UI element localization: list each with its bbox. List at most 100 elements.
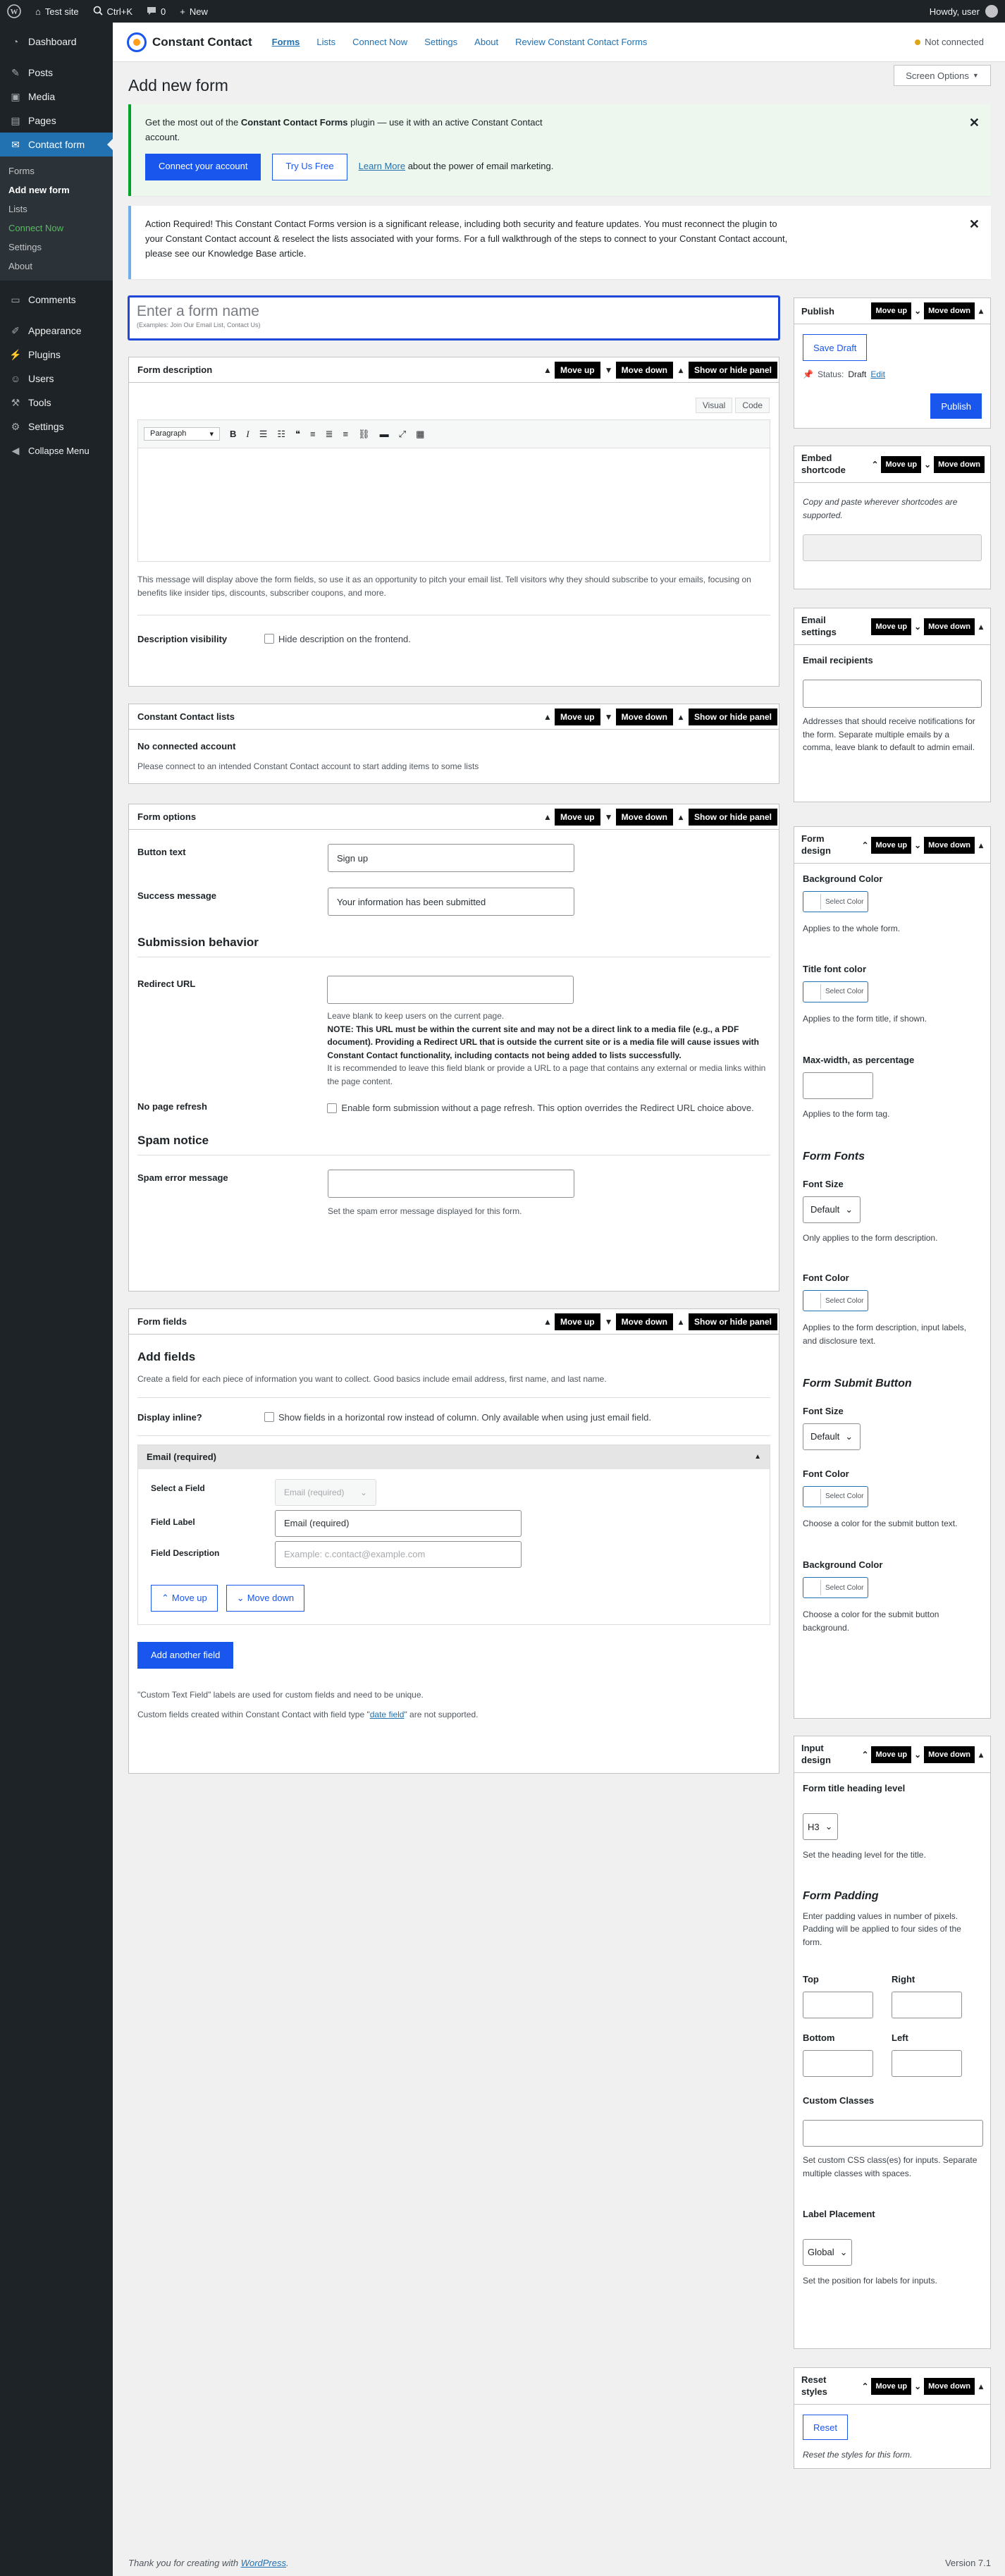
try-free-button[interactable]: Try Us Free xyxy=(272,153,347,180)
field-group-header[interactable]: Email (required) ▲ xyxy=(138,1445,770,1469)
date-field-link[interactable]: date field xyxy=(370,1710,405,1719)
chevron-up-icon[interactable]: ▲ xyxy=(543,1317,552,1327)
toolbar-toggle-icon[interactable]: ▦ xyxy=(416,429,424,440)
link-icon[interactable]: ⛓ xyxy=(358,429,370,440)
bold-icon[interactable]: B xyxy=(230,429,236,439)
sidebar-item-media[interactable]: ▣ Media xyxy=(0,85,113,109)
title-font-color-picker[interactable]: Select Color xyxy=(803,981,869,1002)
sidebar-item-settings[interactable]: ⚙ Settings xyxy=(0,415,113,438)
toggle-panel-button[interactable]: Show or hide panel xyxy=(688,1313,777,1330)
submenu-lists[interactable]: Lists xyxy=(0,200,113,219)
tab-visual[interactable]: Visual xyxy=(695,398,733,413)
toggle-panel-button[interactable]: Show or hide panel xyxy=(688,808,777,826)
move-up-button[interactable]: Move up xyxy=(871,302,912,319)
numbered-list-icon[interactable]: ☷ xyxy=(277,429,285,440)
tab-code[interactable]: Code xyxy=(735,398,770,413)
add-another-field-button[interactable]: Add another field xyxy=(137,1641,234,1669)
screen-options-button[interactable]: Screen Options ▼ xyxy=(894,65,991,86)
spam-error-input[interactable] xyxy=(328,1169,574,1198)
toggle-panel-button[interactable]: Show or hide panel xyxy=(688,361,777,379)
edit-status-link[interactable]: Edit xyxy=(870,369,885,379)
sidebar-item-appearance[interactable]: ✐ Appearance xyxy=(0,319,113,343)
caret-up-icon[interactable]: ▴ xyxy=(677,365,684,375)
chevron-up-icon[interactable]: ⌃ xyxy=(861,840,868,850)
chevron-up-icon[interactable]: ⌃ xyxy=(861,1750,868,1760)
sidebar-item-tools[interactable]: ⚒ Tools xyxy=(0,391,113,415)
chevron-down-icon[interactable]: ▼ xyxy=(605,1317,613,1327)
sidebar-item-dashboard[interactable]: ◔ Dashboard xyxy=(0,30,113,54)
chevron-down-icon[interactable]: ⌄ xyxy=(914,306,921,316)
admin-bar-account[interactable]: Howdy, user xyxy=(930,5,1005,18)
form-name-input[interactable]: Enter a form name (Examples: Join Our Em… xyxy=(128,296,779,340)
align-left-icon[interactable]: ≡ xyxy=(310,429,316,439)
caret-up-icon[interactable]: ▴ xyxy=(978,840,985,850)
move-down-button[interactable]: Move down xyxy=(924,618,975,635)
move-up-button[interactable]: Move up xyxy=(554,1313,600,1330)
fullscreen-icon[interactable]: ⤢ xyxy=(399,429,406,440)
submenu-settings[interactable]: Settings xyxy=(0,238,113,257)
padding-top-input[interactable] xyxy=(803,1992,873,2019)
plugin-nav-forms[interactable]: Forms xyxy=(272,37,300,47)
chevron-down-icon[interactable]: ⌄ xyxy=(914,2381,921,2391)
chevron-up-icon[interactable]: ▲ xyxy=(543,812,552,822)
move-up-button[interactable]: Move up xyxy=(871,618,912,635)
submenu-add-new-form[interactable]: Add new form xyxy=(0,180,113,200)
admin-bar-site[interactable]: ⌂ Test site xyxy=(28,0,86,23)
chevron-down-icon[interactable]: ⌄ xyxy=(924,460,931,470)
plugin-nav-settings[interactable]: Settings xyxy=(424,37,457,47)
move-down-button[interactable]: Move down xyxy=(615,1313,673,1330)
padding-left-input[interactable] xyxy=(892,2050,962,2078)
plugin-nav-lists[interactable]: Lists xyxy=(316,37,335,47)
move-down-button[interactable]: Move down xyxy=(615,808,673,826)
submit-font-size-select[interactable]: Default ⌄ xyxy=(803,1423,861,1450)
plugin-nav-review[interactable]: Review Constant Contact Forms xyxy=(515,37,647,47)
italic-icon[interactable]: I xyxy=(246,429,249,440)
field-label-input[interactable]: Email (required) xyxy=(275,1509,522,1537)
chevron-down-icon[interactable]: ▼ xyxy=(605,712,613,722)
chevron-down-icon[interactable]: ⌄ xyxy=(914,840,921,850)
move-up-button[interactable]: Move up xyxy=(554,361,600,379)
move-up-button[interactable]: Move up xyxy=(871,836,912,854)
sidebar-item-posts[interactable]: ✎ Posts xyxy=(0,61,113,85)
move-up-button[interactable]: Move up xyxy=(554,708,600,725)
padding-bottom-input[interactable] xyxy=(803,2050,873,2078)
move-down-button[interactable]: Move down xyxy=(934,455,985,473)
label-placement-select[interactable]: Global ⌄ xyxy=(803,2238,853,2266)
field-description-input[interactable]: Example: c.contact@example.com xyxy=(275,1540,522,1568)
chevron-up-icon[interactable]: ▲ xyxy=(543,365,552,375)
display-inline-checkbox[interactable] xyxy=(264,1411,274,1422)
submenu-about[interactable]: About xyxy=(0,257,113,276)
sidebar-item-comments[interactable]: ▭ Comments xyxy=(0,288,113,312)
custom-classes-input[interactable] xyxy=(803,2120,983,2147)
caret-up-icon[interactable]: ▴ xyxy=(978,622,985,632)
toggle-panel-button[interactable]: Show or hide panel xyxy=(688,708,777,725)
redirect-url-input[interactable] xyxy=(327,976,574,1004)
chevron-up-icon[interactable]: ▲ xyxy=(543,712,552,722)
admin-bar-new[interactable]: + New xyxy=(173,0,215,23)
submenu-connect-now[interactable]: Connect Now xyxy=(0,219,113,238)
move-up-button[interactable]: Move up xyxy=(881,455,922,473)
bullet-list-icon[interactable]: ☰ xyxy=(259,429,268,440)
move-down-button[interactable]: Move down xyxy=(615,361,673,379)
move-down-button[interactable]: Move down xyxy=(924,302,975,319)
success-message-input[interactable]: Your information has been submitted xyxy=(328,888,574,916)
connect-account-button[interactable]: Connect your account xyxy=(145,153,261,180)
close-icon[interactable]: ✕ xyxy=(969,214,980,235)
submenu-forms[interactable]: Forms xyxy=(0,161,113,180)
chevron-down-icon[interactable]: ▼ xyxy=(605,812,613,822)
font-size-select[interactable]: Default ⌄ xyxy=(803,1196,861,1223)
reset-button[interactable]: Reset xyxy=(803,2415,848,2440)
caret-up-icon[interactable]: ▴ xyxy=(677,712,684,722)
move-down-button[interactable]: Move down xyxy=(924,836,975,854)
align-center-icon[interactable]: ≣ xyxy=(326,429,333,440)
caret-up-icon[interactable]: ▴ xyxy=(677,1317,684,1327)
plugin-nav-connect-now[interactable]: Connect Now xyxy=(352,37,407,47)
submit-font-color-picker[interactable]: Select Color xyxy=(803,1485,869,1507)
move-up-button[interactable]: Move up xyxy=(871,1746,912,1763)
chevron-down-icon[interactable]: ⌄ xyxy=(914,1750,921,1760)
caret-up-icon[interactable]: ▴ xyxy=(677,812,684,822)
learn-more-link[interactable]: Learn More xyxy=(359,161,405,171)
sidebar-item-collapse[interactable]: ◀ Collapse Menu xyxy=(0,438,113,462)
caret-up-icon[interactable]: ▴ xyxy=(978,306,985,316)
padding-right-input[interactable] xyxy=(892,1992,962,2019)
